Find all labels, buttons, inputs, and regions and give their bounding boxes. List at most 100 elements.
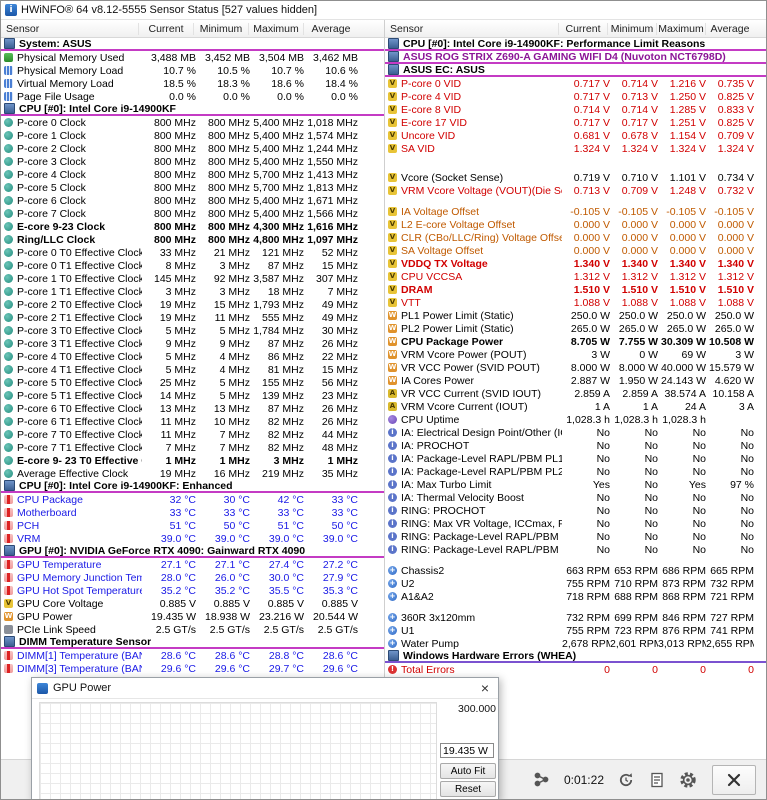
sensor-row[interactable]: Physical Memory Used 3,488 MB 3,452 MB 3,50… <box>1 51 384 64</box>
sensor-row[interactable]: Page File Usage 0.0 % 0.0 % 0.0 % 0.0 % <box>1 90 384 103</box>
sensor-row[interactable]: P-core 5 Clock 800 MHz 800 MHz 5,700 MHz 1,8… <box>1 181 384 194</box>
sensor-row[interactable]: CLR (CBo/LLC/Ring) Voltage Offset 0.000 V… <box>385 231 766 244</box>
sensor-row[interactable]: SA Voltage Offset 0.000 V 0.000 V 0.000 V 0.… <box>385 244 766 257</box>
sensor-row[interactable]: DRAM 1.510 V 1.510 V 1.510 V 1.510 V <box>385 283 766 296</box>
section-header[interactable]: CPU [#0]: Intel Core i9-14900KF: Perform… <box>385 38 766 51</box>
sensor-row[interactable]: P-core 4 T1 Effective Clock 5 MHz 4 MHz 81 … <box>1 363 384 376</box>
gpu-window-titlebar[interactable]: GPU Power × <box>32 678 498 699</box>
sensor-row[interactable]: P-core 6 Clock 800 MHz 800 MHz 5,400 MHz 1,6… <box>1 194 384 207</box>
sensor-row[interactable]: VR VCC Power (SVID POUT)8.000 W8.000 W40… <box>385 361 766 374</box>
section-header[interactable]: ASUS ROG STRIX Z690-A GAMING WIFI D4 (Nu… <box>385 51 766 64</box>
sensor-row[interactable]: Average Effective Clock 19 MHz 16 MHz 219 M… <box>1 467 384 480</box>
sensor-row[interactable]: P-core 4 VID 0.717 V 0.713 V 1.250 V 0.825 V <box>385 90 766 103</box>
sensor-row[interactable]: P-core 7 T0 Effective Clock 11 MHz 7 MHz 82… <box>1 428 384 441</box>
sensor-row[interactable]: P-core 5 T0 Effective Clock 25 MHz 5 MHz 15… <box>1 376 384 389</box>
sensor-row[interactable]: E-core 9- 23 T0 Effective Clock 1 MHz 1 MH… <box>1 454 384 467</box>
sensor-row[interactable]: GPU Power 19.435 W 18.938 W 23.216 W 20.544 … <box>1 610 384 623</box>
column-header-current[interactable]: Current <box>138 22 193 35</box>
sensor-row[interactable]: P-core 0 Clock 800 MHz 800 MHz 5,400 MHz 1,0… <box>1 116 384 129</box>
column-header-average[interactable]: Average <box>705 22 754 35</box>
sensor-row[interactable]: P-core 6 T0 Effective Clock 13 MHz 13 MHz 8… <box>1 402 384 415</box>
section-header[interactable]: CPU [#0]: Intel Core i9-14900KF: Enhance… <box>1 480 384 493</box>
sensor-row[interactable]: PCIe Link Speed 2.5 GT/s 2.5 GT/s 2.5 GT/s 2… <box>1 623 384 636</box>
sensor-row[interactable]: IA Voltage Offset -0.105 V -0.105 V -0.105 … <box>385 205 766 218</box>
sensor-row[interactable]: Ring/LLC Clock 800 MHz 800 MHz 4,800 MHz 1,0… <box>1 233 384 246</box>
sensor-row[interactable]: P-core 7 Clock 800 MHz 800 MHz 5,400 MHz 1,5… <box>1 207 384 220</box>
sensor-row[interactable]: RING: Max VR Voltage, ICCmax, PL4 No No No N… <box>385 517 766 530</box>
sensor-row[interactable]: P-core 3 T0 Effective Clock 5 MHz 5 MHz 1,7… <box>1 324 384 337</box>
sensor-row[interactable]: IA: Package-Level RAPL/PBM PL2,PL3 No No No… <box>385 465 766 478</box>
section-header[interactable]: GPU [#0]: NVIDIA GeForce RTX 4090: Gainw… <box>1 545 384 558</box>
sensor-row[interactable]: P-core 0 VID 0.717 V 0.714 V 1.216 V 0.735 V <box>385 77 766 90</box>
sensor-row[interactable]: IA Cores Power 2.887 W 1.950 W24.143 W 4.62… <box>385 374 766 387</box>
sensor-row[interactable]: E-core 8 VID 0.714 V 0.714 V 1.285 V 0.833 V <box>385 103 766 116</box>
sensor-row[interactable]: Vcore (Socket Sense) 0.719 V 0.710 V 1.101 … <box>385 171 766 184</box>
sensor-row[interactable]: Total Errors 0 0 0 0 <box>385 663 766 676</box>
sensor-row[interactable]: P-core 1 T1 Effective Clock 3 MHz 3 MHz 18 … <box>1 285 384 298</box>
sensor-row[interactable]: P-core 3 Clock 800 MHz 800 MHz 5,400 MHz 1,5… <box>1 155 384 168</box>
sensor-row[interactable]: DIMM[1] Temperature (BANK 0/... 28.6 °C 28… <box>1 649 384 662</box>
sensor-row[interactable]: CPU Package Power 8.705 W 7.755 W30.309 W1… <box>385 335 766 348</box>
auto-fit-button[interactable]: Auto Fit <box>440 763 496 779</box>
sensor-row[interactable]: IA: PROCHOT No No No No <box>385 439 766 452</box>
sensor-row[interactable]: CPU Package 32 °C 30 °C 42 °C 33 °C <box>1 493 384 506</box>
sensor-row[interactable]: IA: Thermal Velocity Boost No No No No <box>385 491 766 504</box>
section-header[interactable]: Windows Hardware Errors (WHEA) <box>385 650 766 663</box>
sensor-row[interactable]: DIMM[3] Temperature (BANK 0/... 29.6 °C 29… <box>1 662 384 675</box>
sensor-row[interactable]: Uncore VID 0.681 V 0.678 V 1.154 V 0.709 V <box>385 129 766 142</box>
sensor-row[interactable]: PL2 Power Limit (Static) 265.0 W 265.0 W 26… <box>385 322 766 335</box>
settings-button[interactable] <box>677 769 699 791</box>
sensor-row[interactable]: VRM Vcore Current (IOUT) 1 A 1 A 24 A 3 A <box>385 400 766 413</box>
sensor-row[interactable]: IA: Max Turbo Limit Yes No Yes 97 % <box>385 478 766 491</box>
reset-clock-button[interactable] <box>615 769 637 791</box>
graph-current-value-input[interactable] <box>440 743 494 758</box>
sensor-row[interactable]: P-core 0 T0 Effective Clock 33 MHz 21 MHz 1… <box>1 246 384 259</box>
reset-button[interactable]: Reset <box>440 781 496 797</box>
sensor-row[interactable]: P-core 1 T0 Effective Clock 145 MHz 92 MHz… <box>1 272 384 285</box>
close-button[interactable] <box>712 764 756 795</box>
sensor-row[interactable]: P-core 3 T1 Effective Clock 9 MHz 9 MHz 87 … <box>1 337 384 350</box>
column-header-maximum[interactable]: Maximum <box>248 22 303 35</box>
sensor-row[interactable]: GPU Memory Junction Temperatu... 28.0 °C 2… <box>1 571 384 584</box>
sensor-row[interactable]: GPU Hot Spot Temperature 35.2 °C 35.2 °C 35… <box>1 584 384 597</box>
sensor-row[interactable]: SA VID 1.324 V 1.324 V 1.324 V 1.324 V <box>385 142 766 155</box>
sensor-row[interactable]: Chassis2 663 RPM 653 RPM 686 RPM 665 RPM <box>385 564 766 577</box>
sensor-row[interactable]: E-core 9-23 Clock 800 MHz 800 MHz 4,300 MHz… <box>1 220 384 233</box>
sensor-row[interactable]: E-core 17 VID 0.717 V 0.717 V 1.251 V 0.825 … <box>385 116 766 129</box>
sensor-row[interactable]: U1 755 RPM 723 RPM 876 RPM 741 RPM <box>385 624 766 637</box>
sensor-row[interactable]: Virtual Memory Load 18.5 % 18.3 % 18.6 % 18.… <box>1 77 384 90</box>
section-header[interactable]: System: ASUS <box>1 38 384 51</box>
sensor-row[interactable]: VRM Vcore Power (POUT) 3 W 0 W 69 W 3 W <box>385 348 766 361</box>
sensor-row[interactable]: Physical Memory Load 10.7 % 10.5 % 10.7 % 10… <box>1 64 384 77</box>
column-header-sensor[interactable]: Sensor <box>385 23 558 35</box>
sensor-row[interactable]: GPU Core Voltage 0.885 V 0.885 V 0.885 V 0.8… <box>1 597 384 610</box>
column-header-average[interactable]: Average <box>303 22 358 35</box>
column-header-maximum[interactable]: Maximum <box>656 22 705 35</box>
column-header-current[interactable]: Current <box>558 22 607 35</box>
sensor-row[interactable]: VRM 39.0 °C 39.0 °C 39.0 °C 39.0 °C <box>1 532 384 545</box>
sensor-row[interactable]: L2 E-core Voltage Offset 0.000 V 0.000 V 0.… <box>385 218 766 231</box>
sensor-row[interactable]: VRM Vcore Voltage (VOUT)(Die Sense) 0.713… <box>385 184 766 197</box>
sensor-row[interactable]: P-core 2 Clock 800 MHz 800 MHz 5,400 MHz 1,2… <box>1 142 384 155</box>
sensor-row[interactable]: PCH 51 °C 50 °C 51 °C 50 °C <box>1 519 384 532</box>
sensor-row[interactable]: P-core 2 T1 Effective Clock 19 MHz 11 MHz 5… <box>1 311 384 324</box>
sensor-row[interactable]: RING: Package-Level RAPL/PBM PL1 No No No No <box>385 530 766 543</box>
sensor-row[interactable]: VTT 1.088 V 1.088 V 1.088 V 1.088 V <box>385 296 766 309</box>
sensor-row[interactable]: P-core 4 Clock 800 MHz 800 MHz 5,700 MHz 1,4… <box>1 168 384 181</box>
section-header[interactable]: ASUS EC: ASUS <box>385 64 766 77</box>
section-header[interactable]: DIMM Temperature Sensor <box>1 636 384 649</box>
gpu-window-close-icon[interactable]: × <box>472 678 498 698</box>
sensor-row[interactable]: GPU Temperature 27.1 °C 27.1 °C 27.4 °C 27.2… <box>1 558 384 571</box>
sensor-row[interactable]: U2 755 RPM 710 RPM 873 RPM 732 RPM <box>385 577 766 590</box>
sensor-row[interactable]: Water Pump 2,678 RPM2,601 RPM3,013 RPM2,6… <box>385 637 766 650</box>
sensor-row[interactable]: P-core 4 T0 Effective Clock 5 MHz 4 MHz 86 … <box>1 350 384 363</box>
sensor-row[interactable]: 360R 3x120mm 732 RPM 699 RPM 846 RPM 727 RPM <box>385 611 766 624</box>
section-header[interactable]: CPU [#0]: Intel Core i9-14900KF <box>1 103 384 116</box>
column-header-minimum[interactable]: Minimum <box>607 22 656 35</box>
column-header-sensor[interactable]: Sensor <box>1 23 138 35</box>
sensor-row[interactable]: P-core 0 T1 Effective Clock 8 MHz 3 MHz 87 … <box>1 259 384 272</box>
sensor-row[interactable]: P-core 5 T1 Effective Clock 14 MHz 5 MHz 13… <box>1 389 384 402</box>
share-icon[interactable] <box>531 769 553 791</box>
sensor-row[interactable]: CPU Uptime 1,028.3 h 1,028.3 h 1,028.3 h <box>385 413 766 426</box>
title-bar[interactable]: i HWiNFO® 64 v8.12-5555 Sensor Status [5… <box>1 1 766 20</box>
